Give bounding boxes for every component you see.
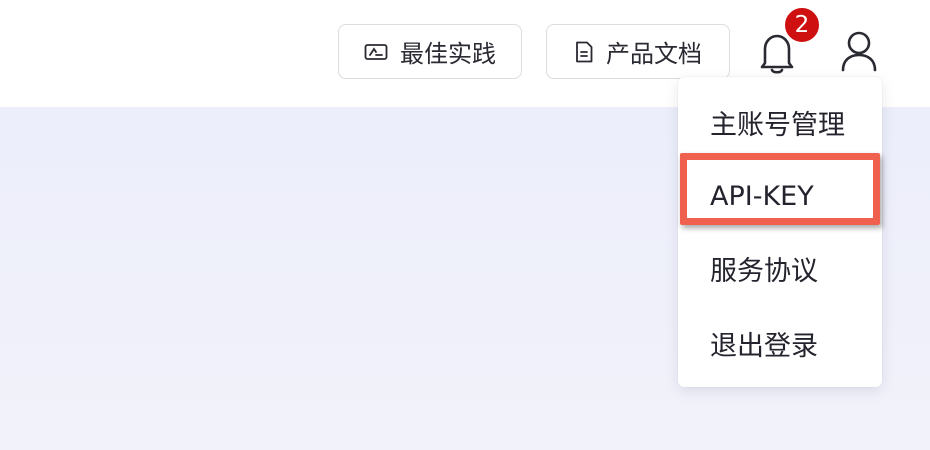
user-icon[interactable] [840,30,878,72]
menu-item-service-agreement[interactable]: 服务协议 [678,243,882,293]
menu-item-api-key[interactable]: API-KEY [678,171,882,221]
notification-badge: 2 [783,6,821,44]
menu-item-label: 退出登录 [710,330,818,362]
menu-item-logout[interactable]: 退出登录 [678,318,882,368]
menu-item-label: API-KEY [710,180,814,212]
best-practice-label: 最佳实践 [400,40,496,68]
menu-item-main-account[interactable]: 主账号管理 [678,97,882,147]
document-icon [574,41,594,63]
menu-item-label: 服务协议 [710,255,818,287]
best-practice-icon [364,42,388,62]
account-dropdown-menu: 主账号管理 API-KEY 服务协议 退出登录 [678,77,882,387]
best-practice-button[interactable]: 最佳实践 [338,24,522,79]
product-docs-button[interactable]: 产品文档 [546,24,730,79]
product-docs-label: 产品文档 [606,40,702,68]
menu-item-label: 主账号管理 [710,109,845,141]
